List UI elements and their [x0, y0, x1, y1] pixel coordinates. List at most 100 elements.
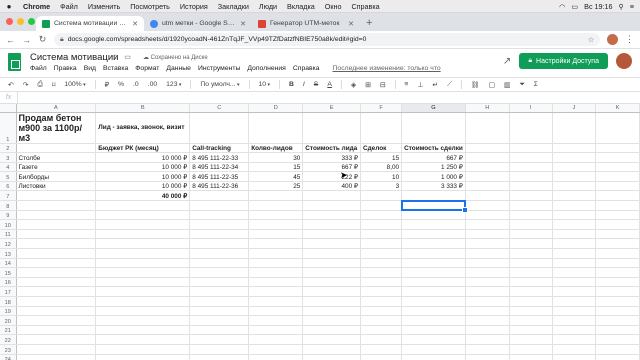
- row-header[interactable]: 11: [0, 229, 17, 240]
- cell-c10[interactable]: [189, 219, 250, 230]
- menu-help[interactable]: Справка: [293, 65, 320, 72]
- apple-icon[interactable]: ●: [0, 2, 18, 11]
- print-icon[interactable]: ⎙: [37, 81, 42, 89]
- cell-h2[interactable]: [465, 143, 510, 154]
- cell-f6[interactable]: 3: [360, 181, 403, 192]
- cell-e21[interactable]: [302, 325, 361, 336]
- cell-d10[interactable]: [248, 219, 304, 230]
- cell-c8[interactable]: [189, 200, 250, 211]
- cell-c6[interactable]: 8 495 111-22-36: [189, 181, 250, 192]
- cell-c17[interactable]: [189, 286, 250, 297]
- cell-k7[interactable]: [595, 190, 640, 202]
- row-header[interactable]: 15: [0, 267, 17, 278]
- cell-g22[interactable]: [401, 334, 466, 345]
- cell-j1[interactable]: [552, 112, 597, 144]
- column-header-e[interactable]: E: [302, 104, 361, 113]
- cell-d9[interactable]: [248, 210, 304, 221]
- cell-i13[interactable]: [509, 248, 553, 259]
- close-window-button[interactable]: [6, 18, 13, 25]
- cell-b17[interactable]: [95, 286, 191, 297]
- cell-b24[interactable]: [95, 354, 191, 360]
- cell-g19[interactable]: [401, 306, 466, 317]
- cell-f17[interactable]: [360, 286, 403, 297]
- cell-f7[interactable]: [360, 190, 403, 202]
- cell-f14[interactable]: [360, 258, 403, 269]
- menu-edit[interactable]: Правка: [54, 65, 77, 72]
- cell-a11[interactable]: [16, 229, 97, 240]
- row-header[interactable]: 6: [0, 181, 17, 192]
- cell-k19[interactable]: [595, 306, 640, 317]
- cell-a6[interactable]: Листовки: [16, 181, 97, 192]
- cell-c4[interactable]: 8 495 111-22-34: [189, 162, 250, 173]
- cell-j14[interactable]: [552, 258, 597, 269]
- cell-f3[interactable]: 15: [360, 152, 403, 163]
- cell-j12[interactable]: [552, 238, 597, 250]
- menubar-clock[interactable]: Вс 19:16: [584, 2, 612, 11]
- insert-comment-icon[interactable]: ▢: [489, 81, 495, 89]
- row-header[interactable]: 24: [0, 354, 17, 360]
- menu-list-icon[interactable]: ≡: [630, 2, 634, 11]
- cell-g8[interactable]: [400, 199, 468, 212]
- menu-format[interactable]: Формат: [135, 65, 159, 72]
- cell-a19[interactable]: [16, 306, 97, 317]
- browser-profile-avatar[interactable]: [607, 34, 618, 45]
- cell-d17[interactable]: [248, 286, 304, 297]
- activity-dashboard-icon[interactable]: ↗: [503, 56, 511, 67]
- cell-b19[interactable]: [95, 306, 191, 317]
- cell-j18[interactable]: [552, 296, 597, 307]
- cell-f10[interactable]: [360, 219, 403, 230]
- column-header-b[interactable]: B: [95, 104, 191, 113]
- cell-k4[interactable]: [595, 162, 640, 173]
- font-size-select[interactable]: 10: [259, 81, 270, 88]
- cell-j13[interactable]: [552, 248, 597, 259]
- row-header[interactable]: 10: [0, 219, 17, 230]
- cell-j11[interactable]: [552, 229, 597, 240]
- cell-i7[interactable]: [509, 190, 553, 202]
- row-header[interactable]: 20: [0, 315, 17, 326]
- cell-g7[interactable]: [401, 190, 466, 202]
- row-header[interactable]: 16: [0, 277, 17, 288]
- cell-i14[interactable]: [509, 258, 553, 269]
- cell-h23[interactable]: [465, 344, 510, 355]
- cell-h7[interactable]: [465, 190, 510, 202]
- cell-h1[interactable]: [465, 112, 510, 144]
- browser-tab-utm[interactable]: Генератор UTM-меток ✕: [252, 16, 360, 31]
- document-title[interactable]: Система мотивации: [30, 52, 118, 63]
- cell-h21[interactable]: [465, 325, 510, 336]
- cell-h14[interactable]: [465, 258, 510, 269]
- cell-d7[interactable]: [248, 190, 304, 202]
- percent-format-button[interactable]: %: [118, 81, 124, 88]
- cell-k5[interactable]: [595, 171, 640, 182]
- cell-e2[interactable]: Стоимость лида: [302, 143, 361, 154]
- last-edit-link[interactable]: Последнее изменение: только что: [333, 65, 441, 72]
- fill-color-icon[interactable]: ◈: [351, 81, 356, 89]
- cell-e10[interactable]: [302, 219, 361, 230]
- cell-j5[interactable]: [552, 171, 597, 182]
- cell-e17[interactable]: [302, 286, 361, 297]
- cell-g5[interactable]: 1 000 ₽: [401, 171, 466, 182]
- cell-b23[interactable]: [95, 344, 191, 355]
- cell-d16[interactable]: [248, 277, 304, 288]
- cell-k21[interactable]: [595, 325, 640, 336]
- cell-b2[interactable]: Бюджет РК (месяц): [95, 143, 191, 154]
- cell-f21[interactable]: [360, 325, 403, 336]
- menubar-item-tab[interactable]: Вкладка: [282, 2, 320, 11]
- cell-j2[interactable]: [552, 143, 597, 154]
- cell-a7[interactable]: [16, 190, 97, 202]
- cell-b20[interactable]: [95, 315, 191, 326]
- cell-b1[interactable]: Лид - заявка, звонок, визит: [95, 112, 191, 144]
- cell-h9[interactable]: [465, 210, 510, 221]
- cell-d1[interactable]: [248, 112, 304, 144]
- vertical-align-icon[interactable]: ⊥: [417, 81, 423, 89]
- cell-k22[interactable]: [595, 334, 640, 345]
- cell-k23[interactable]: [595, 344, 640, 355]
- cell-b15[interactable]: [95, 267, 191, 278]
- cell-g23[interactable]: [401, 344, 466, 355]
- cell-c18[interactable]: [189, 296, 250, 307]
- cell-k17[interactable]: [595, 286, 640, 297]
- cell-e5[interactable]: 222 ₽: [302, 171, 361, 182]
- cell-e18[interactable]: [302, 296, 361, 307]
- cell-e15[interactable]: [302, 267, 361, 278]
- cell-g21[interactable]: [401, 325, 466, 336]
- redo-icon[interactable]: ↷: [23, 81, 29, 89]
